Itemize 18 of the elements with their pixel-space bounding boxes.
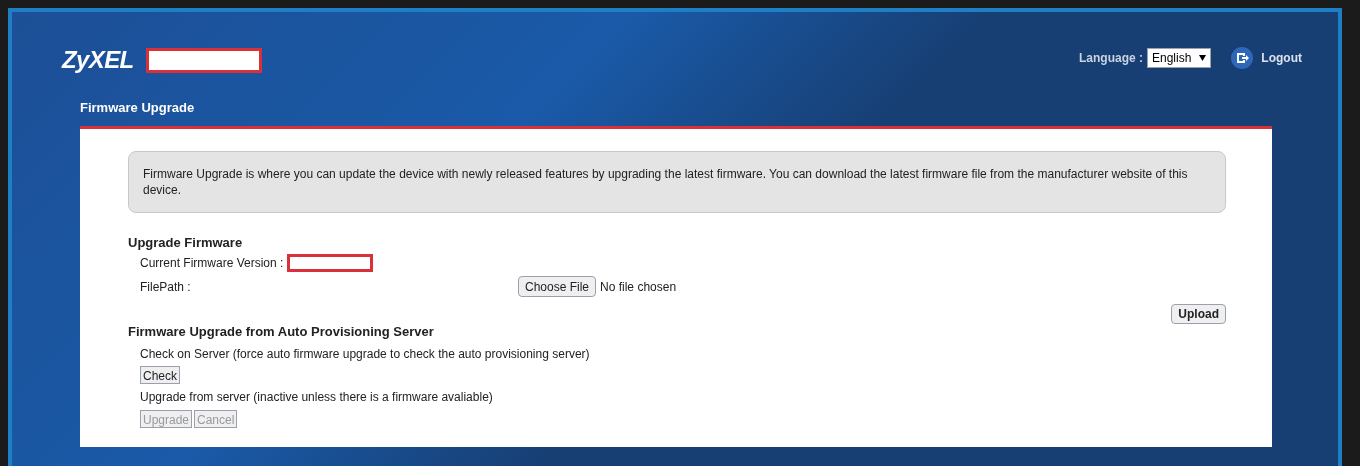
language-dropdown[interactable]: English: [1147, 48, 1212, 68]
upgrade-description: Upgrade from server (inactive unless there is a firmware avaliable): [139, 388, 494, 406]
filepath-label: FilePath :: [140, 278, 192, 296]
logout-icon: [1231, 47, 1254, 69]
logout-button[interactable]: Logout: [1231, 47, 1302, 69]
section-heading: Upgrade Firmware: [128, 233, 244, 252]
file-status-text: No file chosen: [600, 278, 677, 296]
check-description: Check on Server (force auto firmware upgrade to check the auto provisioning server): [139, 345, 591, 363]
check-button[interactable]: Check: [140, 365, 180, 384]
dropdown-arrow-icon: [1199, 55, 1207, 61]
page-title: Firmware Upgrade: [80, 99, 196, 117]
upload-button[interactable]: Upload: [1171, 304, 1226, 324]
section-heading: Firmware Upgrade from Auto Provisioning Server: [128, 323, 435, 341]
logo: ZyXEL: [62, 45, 134, 75]
description-text: Firmware Upgrade is where you can update the device with newly released features by upgrading the latest firmware. You can download the latest firmware file from the manufacturer website of this device.: [143, 165, 1189, 198]
version-label: Current Firmware Version :: [140, 255, 284, 272]
language-label: Language :: [1078, 50, 1143, 67]
choose-file-button[interactable]: Choose File: [518, 276, 597, 297]
